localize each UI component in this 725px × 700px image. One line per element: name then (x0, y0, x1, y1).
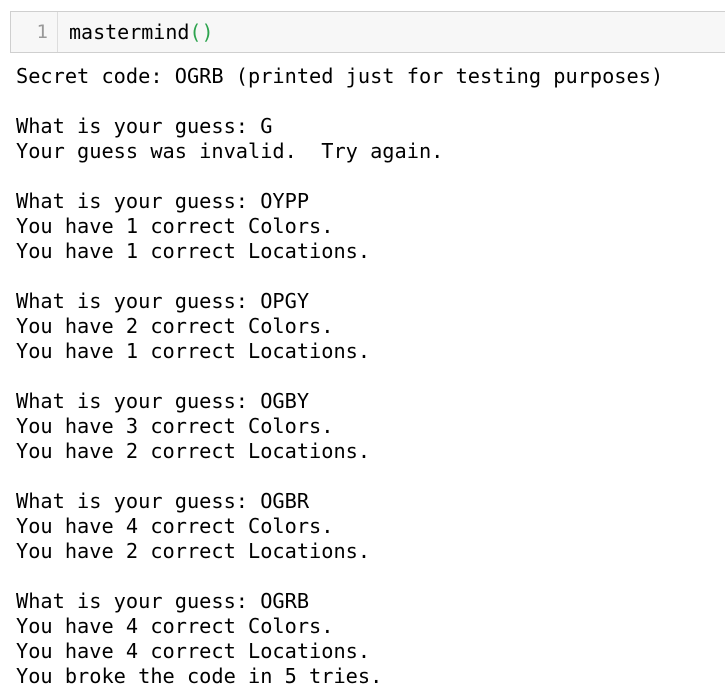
output-blank-line (16, 464, 721, 489)
output-blank-line (16, 89, 721, 114)
output-line: You have 1 correct Colors. (16, 214, 334, 238)
output-line: You have 2 correct Locations. (16, 539, 371, 563)
cell-output: Secret code: OGRB (printed just for test… (16, 64, 721, 689)
output-blank-line (16, 364, 721, 389)
output-line: You have 1 correct Locations. (16, 239, 371, 263)
output-line: You broke the code in 5 tries. (16, 664, 383, 688)
output-line: What is your guess: OYPP (16, 189, 310, 213)
output-line: You have 4 correct Colors. (16, 614, 334, 638)
output-line: You have 1 correct Locations. (16, 339, 371, 363)
output-blank-line (16, 564, 721, 589)
output-line: What is your guess: OGBR (16, 489, 310, 513)
line-number: 1 (36, 21, 48, 43)
output-blank-line (16, 164, 721, 189)
output-line: What is your guess: OGBY (16, 389, 310, 413)
output-line: You have 2 correct Locations. (16, 439, 371, 463)
output-line: What is your guess: G (16, 114, 273, 138)
function-parens: () (189, 20, 214, 44)
output-line: You have 4 correct Locations. (16, 639, 371, 663)
output-line: Your guess was invalid. Try again. (16, 139, 444, 163)
output-blank-line (16, 264, 721, 289)
output-line: You have 4 correct Colors. (16, 514, 334, 538)
code-cell-input[interactable]: 1 mastermind() (10, 11, 725, 53)
line-number-gutter: 1 (11, 12, 58, 52)
output-line: Secret code: OGRB (printed just for test… (16, 64, 664, 88)
function-name: mastermind (69, 20, 190, 44)
output-line: You have 2 correct Colors. (16, 314, 334, 338)
code-line[interactable]: mastermind() (69, 12, 214, 52)
output-line: You have 3 correct Colors. (16, 414, 334, 438)
output-line: What is your guess: OPGY (16, 289, 310, 313)
output-line: What is your guess: OGRB (16, 589, 310, 613)
